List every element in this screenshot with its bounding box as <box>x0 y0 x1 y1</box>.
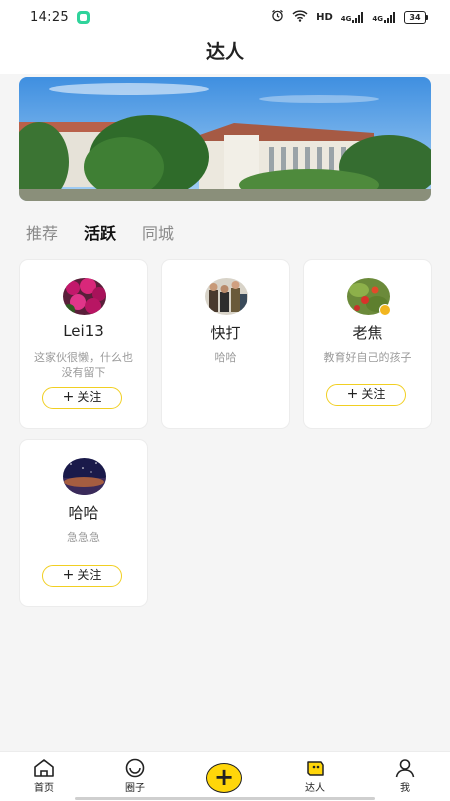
signal-1: 4G <box>341 11 365 23</box>
avatar[interactable] <box>63 278 106 315</box>
page-title: 达人 <box>0 34 450 74</box>
tab-recommend[interactable]: 推荐 <box>26 220 58 244</box>
alarm-icon <box>271 9 284 25</box>
status-time: 14:25 <box>30 9 69 25</box>
tab-active[interactable]: 活跃 <box>84 220 116 244</box>
status-icons: HD 4G 4G 34 <box>271 9 428 25</box>
signal-2: 4G <box>372 11 396 23</box>
follow-button[interactable]: + 关注 <box>42 387 122 409</box>
circle-icon <box>125 758 145 778</box>
plus-icon: + <box>62 567 75 583</box>
user-bio: 急急急 <box>67 531 100 544</box>
nav-me[interactable]: 我 <box>375 758 435 794</box>
expert-icon <box>307 761 324 776</box>
user-card[interactable]: 老焦 教育好自己的孩子 + 关注 <box>304 260 431 428</box>
verified-badge-icon <box>379 304 391 316</box>
user-name: Lei13 <box>63 322 104 340</box>
user-name: 老焦 <box>352 324 383 342</box>
plus-icon: + <box>213 763 235 791</box>
wifi-icon <box>292 9 308 25</box>
nav-circle[interactable]: 圈子 <box>105 758 165 794</box>
user-name: 哈哈 <box>68 504 99 522</box>
bottom-navigation: 首页 圈子 + 达人 我 <box>0 751 450 801</box>
home-icon <box>34 759 54 777</box>
plus-icon: + <box>62 389 75 405</box>
user-card[interactable]: 快打 哈哈 <box>162 260 289 428</box>
app-notification-icon <box>76 10 90 24</box>
user-name: 快打 <box>210 324 241 342</box>
nav-home[interactable]: 首页 <box>14 758 74 794</box>
publish-plus-button[interactable]: + <box>206 763 242 793</box>
network-type: HD <box>316 11 333 23</box>
follow-button[interactable]: + 关注 <box>42 565 122 587</box>
user-icon <box>395 759 415 778</box>
user-card[interactable]: Lei13 这家伙很懒，什么也没有留下 + 关注 <box>20 260 147 428</box>
user-card[interactable]: 哈哈 急急急 + 关注 <box>20 440 147 606</box>
battery-icon: 34 <box>404 10 428 24</box>
user-bio: 哈哈 <box>214 351 237 364</box>
tab-local[interactable]: 同城 <box>142 220 174 244</box>
banner-image[interactable] <box>19 77 431 201</box>
avatar[interactable] <box>205 278 248 315</box>
follow-button[interactable]: + 关注 <box>326 384 406 406</box>
nav-expert[interactable]: 达人 <box>285 758 345 794</box>
user-bio: 教育好自己的孩子 <box>323 351 412 364</box>
category-tabs: 推荐 活跃 同城 <box>26 220 174 244</box>
avatar[interactable] <box>63 458 106 495</box>
status-bar: 14:25 HD 4G 4G 34 <box>0 0 450 34</box>
user-bio: 这家伙很懒，什么也没有留下 <box>34 351 133 379</box>
plus-icon: + <box>346 386 359 402</box>
